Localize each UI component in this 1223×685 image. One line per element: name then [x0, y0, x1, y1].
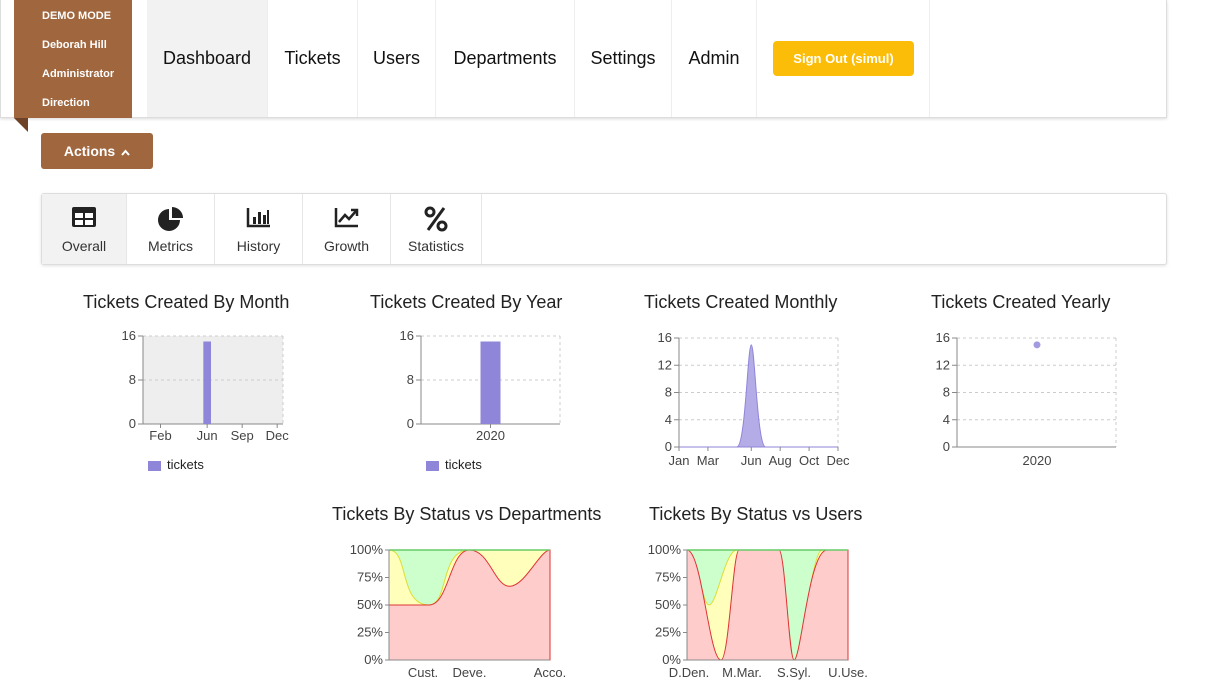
chart-title-status-departments: Tickets By Status vs Departments: [332, 504, 602, 524]
dashboard-tabs: Overall Metrics History Growth Statistic…: [41, 193, 1167, 265]
y-tick-label: 16: [658, 330, 672, 345]
x-tick-label: Cust.: [408, 665, 438, 680]
x-tick-label: 2020: [1023, 453, 1052, 468]
demo-mode-label: DEMO MODE: [42, 10, 112, 22]
chart-by-month: 0 8 16 Feb Jun Sep Dec: [122, 328, 290, 443]
x-tick-label: Jun: [741, 453, 762, 468]
user-info-panel: DEMO MODE Deborah Hill Administrator Dir…: [14, 0, 132, 118]
nav-settings[interactable]: Settings: [575, 0, 672, 117]
y-tick-label: 50%: [357, 597, 383, 612]
y-tick-label: 0: [129, 416, 136, 431]
y-tick-label: 16: [936, 330, 950, 345]
x-tick-label: Jan: [669, 453, 690, 468]
tab-overall[interactable]: Overall: [42, 194, 127, 264]
chart-title-yearly: Tickets Created Yearly: [931, 292, 1111, 312]
nav-departments[interactable]: Departments: [436, 0, 575, 117]
user-role: Administrator: [42, 68, 115, 80]
pie-chart-icon: [157, 207, 183, 231]
x-tick-label: Mar: [697, 453, 720, 468]
x-tick-label: M.Mar.: [722, 665, 762, 680]
x-tick-label: Sep: [231, 428, 254, 443]
x-tick-label: Jun: [197, 428, 218, 443]
y-tick-label: 8: [665, 385, 672, 400]
top-navbar: Dashboard Tickets Users Departments Sett…: [0, 0, 1167, 118]
line-chart-icon: [334, 208, 358, 228]
chart-status-departments: 0% 25% 50% 75% 100% Cust. Deve. Acco.: [350, 542, 567, 680]
nav-users[interactable]: Users: [358, 0, 436, 117]
y-tick-label: 16: [122, 328, 136, 343]
legend-label: tickets: [167, 457, 204, 472]
x-tick-label: Acco.: [534, 665, 567, 680]
nav-tickets[interactable]: Tickets: [268, 0, 358, 117]
x-tick-label: U.Use.: [828, 665, 868, 680]
x-tick-label: Dec: [266, 428, 290, 443]
y-tick-label: 50%: [655, 597, 681, 612]
x-tick-label: Dec: [826, 453, 850, 468]
y-tick-label: 12: [936, 357, 950, 372]
percent-icon: [424, 206, 448, 232]
tab-growth[interactable]: Growth: [303, 194, 391, 264]
bar: [480, 341, 501, 424]
legend-label: tickets: [445, 457, 482, 472]
tab-metrics[interactable]: Metrics: [127, 194, 215, 264]
legend-by-month: tickets: [148, 457, 204, 472]
y-tick-label: 12: [658, 357, 672, 372]
tab-label: History: [236, 238, 281, 254]
y-tick-label: 8: [943, 385, 950, 400]
area-series: [679, 344, 838, 448]
legend-swatch: [426, 460, 439, 471]
x-tick-label: Aug: [769, 453, 792, 468]
y-tick-label: 4: [943, 412, 950, 427]
legend-by-year: tickets: [426, 457, 482, 472]
y-tick-label: 0%: [364, 652, 383, 667]
y-tick-label: 25%: [357, 625, 383, 640]
y-tick-label: 8: [129, 372, 136, 387]
tab-label: Metrics: [147, 238, 194, 254]
nav-admin[interactable]: Admin: [672, 0, 757, 117]
x-tick-label: Oct: [799, 453, 820, 468]
y-tick-label: 0: [943, 439, 950, 454]
y-tick-label: 100%: [350, 542, 384, 557]
y-tick-label: 0: [407, 416, 414, 431]
chart-title-status-users: Tickets By Status vs Users: [649, 504, 863, 524]
nav-dashboard[interactable]: Dashboard: [147, 0, 268, 117]
tab-label: Overall: [61, 238, 107, 254]
x-tick-label: 2020: [476, 428, 505, 443]
tab-label: Statistics: [407, 238, 464, 254]
sign-out-button[interactable]: Sign Out (simul): [773, 41, 914, 76]
legend-swatch: [148, 460, 161, 471]
x-tick-label: D.Den.: [669, 665, 709, 680]
y-tick-label: 75%: [357, 570, 383, 585]
chart-status-users: 0%25%50%75%100%D.Den. M.Mar. S.Syl. U.Use.: [648, 542, 868, 680]
chevron-up-icon: [121, 149, 130, 156]
chart-monthly: 0 4 8 12 16 Jan Mar Jun Aug Oct Dec: [658, 330, 851, 468]
tab-statistics[interactable]: Statistics: [391, 194, 482, 264]
y-tick-label: 100%: [648, 542, 682, 557]
chart-by-year: 0 8 16 2020: [400, 328, 561, 443]
y-tick-label: 25%: [655, 625, 681, 640]
table-icon: [72, 207, 96, 227]
actions-label: Actions: [63, 143, 116, 159]
y-tick-label: 75%: [655, 570, 681, 585]
x-tick-label: Feb: [149, 428, 171, 443]
y-tick-label: 4: [665, 412, 672, 427]
x-tick-label: Deve.: [453, 665, 487, 680]
data-point: [1033, 341, 1041, 349]
chart-title-by-month: Tickets Created By Month: [83, 292, 290, 312]
user-department: Direction: [42, 97, 90, 109]
actions-button[interactable]: Actions: [41, 133, 153, 169]
user-name: Deborah Hill: [42, 39, 107, 51]
y-tick-label: 8: [407, 372, 414, 387]
ribbon-fold: [14, 118, 28, 132]
chart-title-by-year: Tickets Created By Year: [370, 292, 563, 312]
chart-yearly: 0 4 8 12 16 2020: [936, 330, 1117, 468]
bar-chart-icon: [246, 208, 270, 228]
x-tick-label: S.Syl.: [777, 665, 811, 680]
bar: [203, 341, 211, 424]
y-tick-label: 0: [665, 439, 672, 454]
tab-label: Growth: [323, 238, 370, 254]
y-tick-label: 16: [400, 328, 414, 343]
chart-title-monthly: Tickets Created Monthly: [644, 292, 838, 312]
tab-history[interactable]: History: [215, 194, 303, 264]
